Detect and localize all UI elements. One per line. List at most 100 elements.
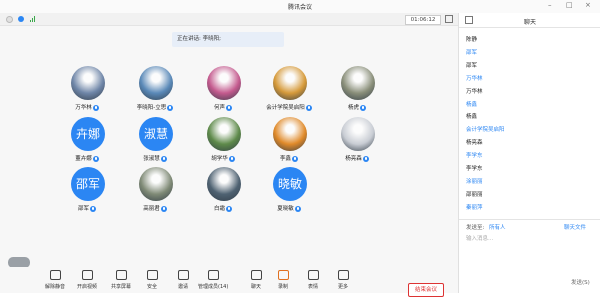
video-off-icon bbox=[81, 270, 93, 280]
participant-name-text: 高丽君 bbox=[143, 206, 160, 212]
participant-avatar bbox=[139, 167, 173, 201]
participant-tile[interactable]: 杨虎 bbox=[325, 66, 385, 122]
participant-tile[interactable]: 会计学院吴启阳 bbox=[257, 66, 317, 122]
participant-name-text: 张淑慧 bbox=[143, 156, 160, 162]
send-button[interactable]: 发送(S) bbox=[571, 278, 590, 286]
chat-message: 杨鑫 bbox=[466, 101, 478, 108]
participant-name: 杨虎 bbox=[325, 103, 389, 111]
chat-message: 陈静 bbox=[466, 37, 478, 43]
participant-avatar bbox=[207, 167, 241, 201]
participant-avatar bbox=[273, 66, 307, 100]
toolbar-label: 聊天 bbox=[250, 284, 261, 290]
chat-message: 万华林 bbox=[466, 88, 483, 95]
signal-icon bbox=[30, 16, 36, 22]
participant-name-text: 李鑫 bbox=[279, 156, 291, 162]
record-icon bbox=[277, 270, 289, 280]
chat-message: 万华林 bbox=[466, 75, 483, 82]
toolbar-button-members[interactable]: 管理成员(14) bbox=[198, 270, 228, 292]
mic-icon bbox=[362, 155, 369, 162]
toolbar-label: 邀请 bbox=[177, 284, 188, 290]
fullscreen-icon[interactable] bbox=[445, 15, 453, 23]
participant-tile[interactable]: 万华林 bbox=[55, 66, 115, 122]
participant-name: 李鑫 bbox=[257, 154, 321, 162]
participant-name-text: 胡学华 bbox=[211, 156, 228, 162]
mic-icon bbox=[305, 104, 312, 111]
toolbar-label: 开启视频 bbox=[76, 284, 97, 290]
toolbar-label: 安全 bbox=[146, 284, 157, 290]
participant-tile[interactable]: 何声 bbox=[191, 66, 251, 122]
mic-icon bbox=[90, 205, 96, 212]
mic-icon bbox=[226, 205, 232, 212]
mic-icon bbox=[228, 155, 235, 162]
participant-avatar: 淑慧 bbox=[139, 117, 173, 151]
participant-name-text: 董卉娜 bbox=[75, 156, 92, 162]
participant-name-text: 李晓阳-立思 bbox=[136, 105, 167, 111]
toolbar-button-shield[interactable]: 安全 bbox=[137, 270, 167, 292]
participant-name-text: 何声 bbox=[213, 105, 225, 111]
chat-message: 涂丽丽 bbox=[466, 178, 483, 185]
participant-name: 何声 bbox=[191, 103, 255, 111]
participant-name: 万华林 bbox=[55, 103, 119, 111]
chat-compose: 发送至: 所有人 聊天文件 输入消息... 发送(S) bbox=[459, 219, 600, 294]
toolbar-label: 表情 bbox=[307, 284, 318, 290]
participant-tile[interactable]: 白霜 bbox=[191, 167, 251, 223]
speaking-indicator: 正在讲话: 李晓阳; bbox=[172, 32, 284, 47]
mic-icon bbox=[294, 205, 301, 212]
share-screen-icon bbox=[115, 270, 127, 280]
participant-tile[interactable]: 李鑫 bbox=[257, 117, 317, 173]
participant-avatar bbox=[207, 117, 241, 151]
participant-tile[interactable]: 胡学华 bbox=[191, 117, 251, 173]
chat-message: 杨亮森 bbox=[466, 140, 483, 147]
participant-tile[interactable]: 杨亮森 bbox=[325, 117, 385, 173]
participant-name: 张淑慧 bbox=[123, 154, 187, 162]
participant-tile[interactable]: 淑慧张淑慧 bbox=[123, 117, 183, 173]
toolbar-button-share-screen[interactable]: 共享屏幕 bbox=[106, 270, 136, 292]
participant-name: 会计学院吴启阳 bbox=[257, 103, 321, 111]
info-icon[interactable] bbox=[6, 16, 13, 23]
shield-icon[interactable] bbox=[18, 16, 24, 22]
participant-name-text: 会计学院吴启阳 bbox=[266, 105, 305, 111]
chat-icon bbox=[250, 270, 262, 280]
chat-files-button[interactable]: 聊天文件 bbox=[564, 223, 586, 231]
toolbar-button-more[interactable]: 更多 bbox=[328, 270, 358, 292]
toolbar-button-chat[interactable]: 聊天 bbox=[241, 270, 271, 292]
chat-input[interactable]: 输入消息... bbox=[466, 234, 493, 242]
toolbar-label: 更多 bbox=[337, 284, 348, 290]
more-icon bbox=[337, 270, 349, 280]
chat-message: 李学东 bbox=[466, 153, 483, 160]
toolbar-button-mic-muted[interactable]: 解除静音 bbox=[40, 270, 70, 292]
maximize-button[interactable]: □ bbox=[566, 1, 573, 9]
participant-tile[interactable]: 晓敏 夏晓敏 bbox=[257, 167, 317, 223]
end-meeting-button[interactable]: 结束会议 bbox=[408, 283, 444, 297]
toolbar-button-record[interactable]: 录制 bbox=[268, 270, 298, 292]
chat-panel: 聊天 陈静 邵军 邵军 万华林 万华林 杨鑫 杨鑫 会计学院吴启阳 杨亮森 李学东 李学东 涂丽丽 邵丽… bbox=[458, 13, 600, 293]
participant-name-text: 杨亮森 bbox=[345, 156, 362, 162]
participant-avatar: 晓敏 bbox=[273, 167, 307, 201]
participant-avatar: 邵军 bbox=[71, 167, 105, 201]
minimize-button[interactable]: – bbox=[548, 1, 552, 9]
mic-icon bbox=[360, 104, 366, 111]
mic-icon bbox=[292, 155, 298, 162]
participant-avatar bbox=[341, 117, 375, 151]
toolbar-button-video-off[interactable]: 开启视频 bbox=[72, 270, 102, 292]
participant-name: 夏晓敏 bbox=[257, 204, 321, 212]
toolbar-button-invite[interactable]: 邀请 bbox=[168, 270, 198, 292]
chat-message: 杨鑫 bbox=[466, 114, 478, 121]
meeting-info-bar: 01:06:12 bbox=[0, 13, 458, 26]
participant-avatar bbox=[71, 66, 105, 100]
toolbar-label: 管理成员(14) bbox=[198, 284, 229, 290]
participant-name: 董卉娜 bbox=[55, 154, 119, 162]
send-to-select[interactable]: 所有人 bbox=[489, 223, 506, 231]
meeting-area: 01:06:12 正在讲话: 李晓阳; 万华林 李晓阳-立思 何声 会计学院吴启阳 杨虎… bbox=[0, 13, 458, 297]
participant-avatar bbox=[341, 66, 375, 100]
participant-tile[interactable]: 高丽君 bbox=[123, 167, 183, 223]
participant-tile[interactable]: 卉娜 董卉娜 bbox=[55, 117, 115, 173]
meeting-timer: 01:06:12 bbox=[405, 15, 441, 25]
mic-muted-icon bbox=[49, 270, 61, 280]
participant-tile[interactable]: 李晓阳-立思 bbox=[123, 66, 183, 122]
close-button[interactable]: × bbox=[585, 1, 591, 9]
mic-icon bbox=[92, 155, 99, 162]
participant-tile[interactable]: 邵军 邵军 bbox=[55, 167, 115, 223]
participant-name: 邵军 bbox=[55, 204, 119, 212]
toolbar-button-emoji[interactable]: 表情 bbox=[298, 270, 328, 292]
